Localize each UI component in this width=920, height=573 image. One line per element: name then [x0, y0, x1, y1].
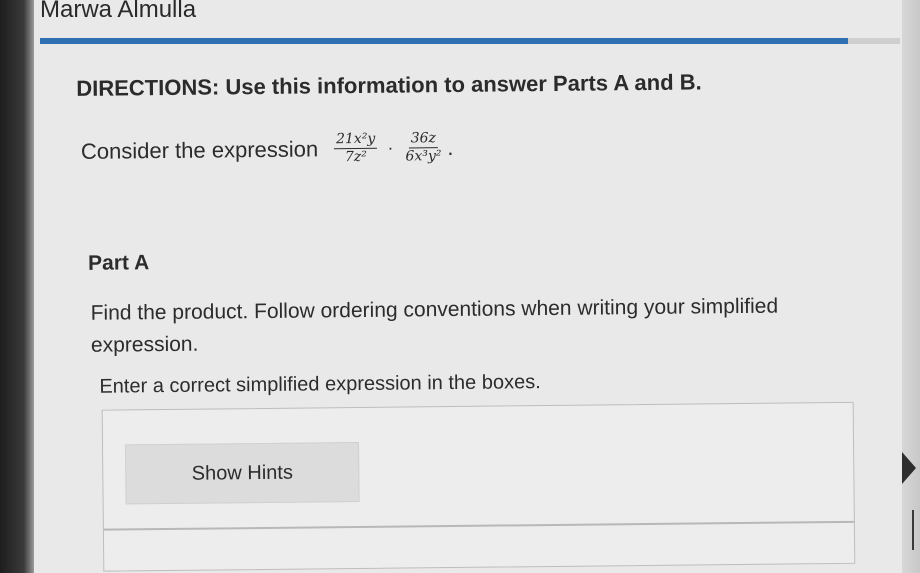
fraction-2-numerator: 36z: [408, 130, 438, 149]
left-dark-border: [0, 0, 34, 573]
student-name: Marwa Almulla: [40, 0, 197, 23]
chevron-right-icon[interactable]: [902, 452, 916, 484]
right-edge-panel: [902, 0, 920, 573]
answer-panel: Show Hints: [101, 401, 856, 572]
question-content: DIRECTIONS: Use this information to answ…: [70, 54, 860, 572]
expression-line: Consider the expression 21x²y 7z² · 36z …: [81, 130, 454, 169]
fraction-1-numerator: 21x²y: [333, 130, 378, 150]
header-progress-rule: [40, 38, 848, 44]
part-a-title: Part A: [87, 251, 150, 275]
multiply-operator: ·: [387, 137, 394, 158]
fraction-1-denominator: 7z²: [344, 148, 367, 166]
answer-divider: [103, 520, 854, 531]
enter-prompt: Enter a correct simplified expression in…: [99, 371, 541, 398]
fraction-2-denominator: 6x³y²: [405, 148, 442, 165]
fraction-1: 21x²y 7z²: [333, 130, 378, 166]
directions-text: DIRECTIONS: Use this information to answ…: [76, 69, 702, 101]
expression-period: .: [447, 134, 454, 160]
part-a-instructions: Find the product. Follow ordering conven…: [90, 294, 779, 357]
header-rule-remainder: [848, 38, 900, 44]
consider-label: Consider the expression: [80, 135, 319, 164]
right-edge-tick: [912, 510, 914, 550]
fraction-2: 36z 6x³y²: [403, 130, 443, 165]
show-hints-button[interactable]: Show Hints: [125, 441, 360, 505]
